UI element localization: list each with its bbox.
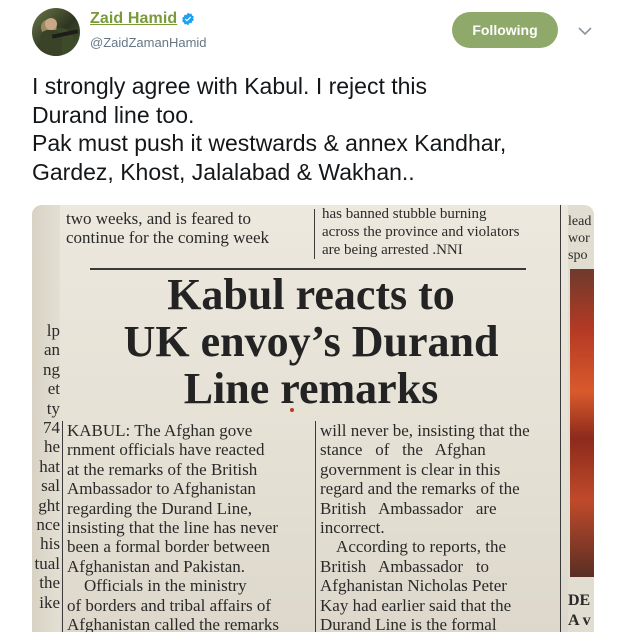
newspaper-right-fragments: DE A v [568, 591, 591, 631]
np-line: continue for the coming week [66, 228, 269, 247]
author-name-row: Zaid Hamid [90, 10, 195, 28]
np-line: KABUL: The Afghan gove [67, 421, 253, 440]
column-divider [62, 421, 63, 632]
np-line: across the province and violators [322, 224, 520, 240]
np-fragment: tual [34, 553, 61, 573]
newspaper-top-right-column: lead wor spo [568, 213, 591, 264]
author-display-name[interactable]: Zaid Hamid [90, 10, 177, 28]
np-line: government is clear in this [320, 459, 501, 479]
headline-line: Line remarks [183, 364, 439, 413]
newspaper-left-fragments: lp an ng et ty 74 he hat sal ght nce his… [32, 321, 61, 612]
tweet-text-line: Durand line too. [32, 101, 195, 128]
newspaper-photo-fragment [570, 269, 594, 577]
avatar[interactable] [32, 8, 80, 56]
np-line: two weeks, and is feared to [66, 209, 252, 228]
np-line: regarding the Durand Line, [67, 498, 253, 518]
newspaper-headline: Kabul reacts to UK envoy’s Durand Line r… [76, 271, 546, 412]
np-line: Durand Line is the formal [320, 615, 497, 632]
following-button[interactable]: Following [452, 12, 558, 48]
np-line: regard and the remarks of the [320, 479, 520, 499]
tweet-text-line: I strongly agree with Kabul. I reject th… [32, 73, 428, 99]
np-line: wor [568, 231, 590, 246]
np-fragment: he [43, 437, 60, 457]
column-divider [560, 205, 561, 632]
tweet-media-newspaper-photo[interactable]: two weeks, and is feared to continue for… [32, 205, 594, 632]
np-line: Afghanistan Nicholas Peter [320, 576, 507, 596]
tweet-text-line: Gardez, Khost, Jalalabad & Wakhan.. [32, 158, 415, 185]
headline-line: UK envoy’s Durand [123, 317, 499, 366]
np-fragment: nce [36, 515, 60, 535]
np-line: stance of the Afghan [320, 440, 486, 460]
np-fragment: hat [39, 456, 60, 476]
chevron-down-icon[interactable] [577, 24, 593, 36]
newspaper-body-column-1: KABUL: The Afghan gove rnment officials … [67, 421, 279, 632]
np-line: According to reports, the [320, 537, 507, 557]
tweet-header: Zaid Hamid @ZaidZamanHamid Following [32, 6, 602, 60]
np-line: Ambassador to Afghanistan [67, 479, 256, 499]
np-line: are being arrested .NNI [322, 242, 463, 258]
tweet-text-line: Pak must push it westwards & annex Kandh… [32, 130, 507, 156]
ink-mark [290, 408, 294, 412]
np-line: rnment officials have reacted [67, 440, 265, 460]
np-fragment: ike [39, 592, 60, 612]
np-fragment: et [47, 379, 60, 399]
np-line: of borders and tribal affairs of [67, 595, 272, 615]
np-line: British Ambassador are [320, 498, 497, 518]
np-line: at the remarks of the British [67, 459, 258, 479]
np-fragment: his [40, 534, 60, 554]
np-fragment: ng [43, 359, 60, 379]
np-fragment: an [43, 340, 60, 360]
column-divider [314, 209, 315, 259]
np-line: British Ambassador to [320, 556, 490, 576]
np-line: been a formal border between [67, 537, 270, 557]
newspaper-top-mid-column: has banned stubble burning across the pr… [322, 205, 519, 259]
np-fragment: 74 [43, 418, 60, 438]
np-fragment: lp [46, 321, 60, 340]
np-fragment: sal [41, 476, 60, 496]
tweet-text: I strongly agree with Kabul. I reject th… [32, 72, 602, 186]
np-line: Officials in the ministry [67, 576, 247, 596]
np-line: Kay had earlier said that the [320, 595, 512, 615]
np-line: Afghanistan and Pakistan. [67, 556, 245, 576]
np-fragment: ty [46, 398, 60, 418]
np-fragment: DE [568, 592, 591, 609]
newspaper-top-left-column: two weeks, and is feared to continue for… [66, 209, 269, 247]
np-fragment: the [39, 573, 60, 593]
np-line: Afghanistan called the remarks [67, 615, 279, 632]
np-fragment: ght [38, 495, 60, 515]
headline-line: Kabul reacts to [167, 270, 455, 319]
author-handle[interactable]: @ZaidZamanHamid [90, 35, 207, 50]
newspaper-body-column-2: will never be, insisting that the stance… [320, 421, 530, 632]
np-line: lead [568, 214, 592, 229]
verified-badge-icon [181, 12, 195, 26]
np-line: will never be, insisting that the [320, 421, 530, 440]
np-line: spo [568, 248, 588, 263]
np-line: insisting that the line has never [67, 518, 279, 538]
np-fragment: A v [568, 612, 591, 629]
np-line: has banned stubble burning [322, 206, 487, 222]
np-line: incorrect. [320, 518, 385, 538]
column-divider [315, 421, 316, 632]
